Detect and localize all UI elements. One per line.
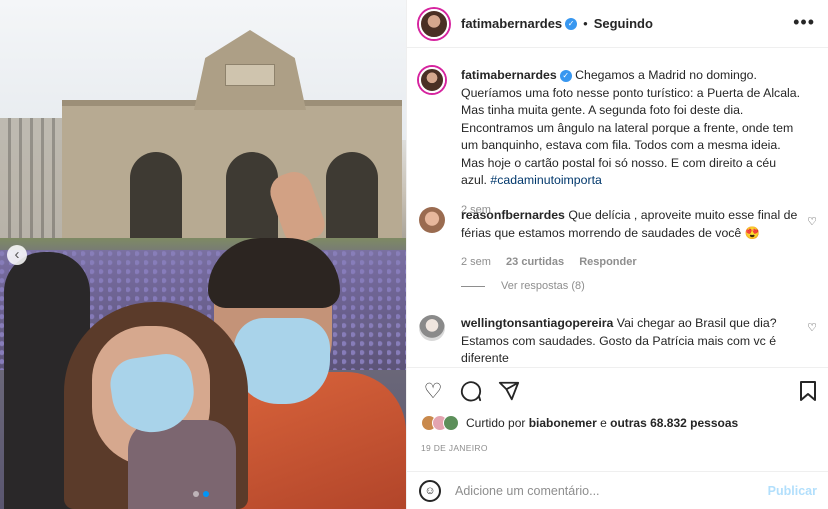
avatar[interactable]	[443, 415, 459, 431]
comment-username[interactable]: reasonfbernardes	[461, 208, 565, 222]
post-sidebar: fatimabernardes ✓ • Seguindo ••• fatimab…	[406, 0, 828, 509]
caption-text-block: fatimabernardes ✓ Chegamos a Madrid no do…	[461, 67, 801, 219]
comments-section: fatimabernardes ✓ Chegamos a Madrid no do…	[407, 49, 828, 367]
likes-prefix: Curtido por	[466, 416, 526, 430]
photo-arch	[130, 152, 182, 240]
comment-input[interactable]	[455, 484, 760, 498]
view-replies-button[interactable]: Ver respostas (8)	[461, 280, 585, 292]
post-photo[interactable]: ‹	[0, 0, 406, 509]
photo-arch	[326, 152, 378, 240]
bookmark-icon[interactable]	[799, 380, 817, 408]
comment-item: wellingtonsantiagopereira Vai chegar ao …	[419, 315, 819, 367]
hashtag-link[interactable]: #cadaminutoimporta	[490, 173, 601, 187]
avatar[interactable]	[419, 207, 445, 233]
likes-summary: Curtido por biabonemer e outras 68.832 p…	[421, 415, 738, 431]
caption: fatimabernardes ✓ Chegamos a Madrid no do…	[419, 67, 819, 219]
header-username[interactable]: fatimabernardes	[461, 16, 562, 31]
comment-text-block: reasonfbernardes Que delícia , aproveite…	[461, 207, 801, 272]
heart-icon[interactable]: ♡	[807, 321, 817, 334]
more-options-icon[interactable]: •••	[793, 12, 815, 33]
comment-icon[interactable]	[459, 380, 483, 404]
carousel-dot-active	[203, 491, 209, 497]
verified-icon: ✓	[559, 69, 572, 82]
liked-by-others[interactable]: outras 68.832 pessoas	[610, 416, 738, 430]
comment-username[interactable]: wellingtonsantiagopereira	[461, 316, 613, 330]
instagram-post: ‹ fatimabernardes ✓ • Seguindo ••• fatim…	[0, 0, 828, 509]
caption-text: Chegamos a Madrid no domingo. Queríamos …	[461, 68, 801, 187]
comment-text-block: wellingtonsantiagopereira Vai chegar ao …	[461, 315, 801, 367]
action-icons: ♡	[421, 380, 521, 404]
carousel-dot	[193, 491, 199, 497]
chevron-left-icon[interactable]: ‹	[7, 245, 27, 265]
post-actions: ♡ Curtido por biabonemer e outras 68.832…	[407, 367, 828, 509]
heart-icon[interactable]: ♡	[807, 215, 817, 228]
following-button[interactable]: Seguindo	[594, 16, 653, 31]
reply-button[interactable]: Responder	[579, 256, 636, 268]
verified-icon: ✓	[565, 17, 578, 30]
photo-man-mask	[234, 318, 330, 404]
likes-middle: e	[600, 416, 607, 430]
photo-building	[0, 118, 70, 238]
replies-divider	[461, 285, 485, 287]
likes-text: Curtido por biabonemer e outras 68.832 p…	[466, 416, 738, 430]
heart-icon[interactable]: ♡	[421, 380, 445, 404]
avatar[interactable]	[419, 8, 449, 39]
comment-likes[interactable]: 23 curtidas	[506, 256, 564, 268]
liked-by-user[interactable]: biabonemer	[529, 416, 597, 430]
share-icon[interactable]	[497, 380, 521, 404]
view-replies-label: Ver respostas (8)	[501, 280, 585, 292]
photo-woman-scarf	[128, 420, 236, 509]
avatar[interactable]	[419, 315, 445, 341]
post-date[interactable]: 19 DE JANEIRO	[421, 443, 488, 453]
carousel-dots	[193, 491, 209, 497]
photo-man-hair	[208, 238, 340, 308]
post-header: fatimabernardes ✓ • Seguindo •••	[407, 0, 828, 48]
emoji-icon[interactable]: ☺	[419, 480, 441, 502]
comment-time[interactable]: 2 sem	[461, 256, 491, 268]
photo-monument-plaque	[225, 64, 275, 86]
header-separator: •	[583, 16, 588, 31]
comment-composer: ☺ Publicar	[407, 471, 828, 509]
comment-meta: 2 sem 23 curtidas Responder	[461, 254, 801, 272]
caption-username[interactable]: fatimabernardes	[461, 68, 557, 82]
avatar[interactable]	[419, 67, 445, 93]
comment-item: reasonfbernardes Que delícia , aproveite…	[419, 207, 819, 272]
publish-button[interactable]: Publicar	[768, 484, 817, 498]
